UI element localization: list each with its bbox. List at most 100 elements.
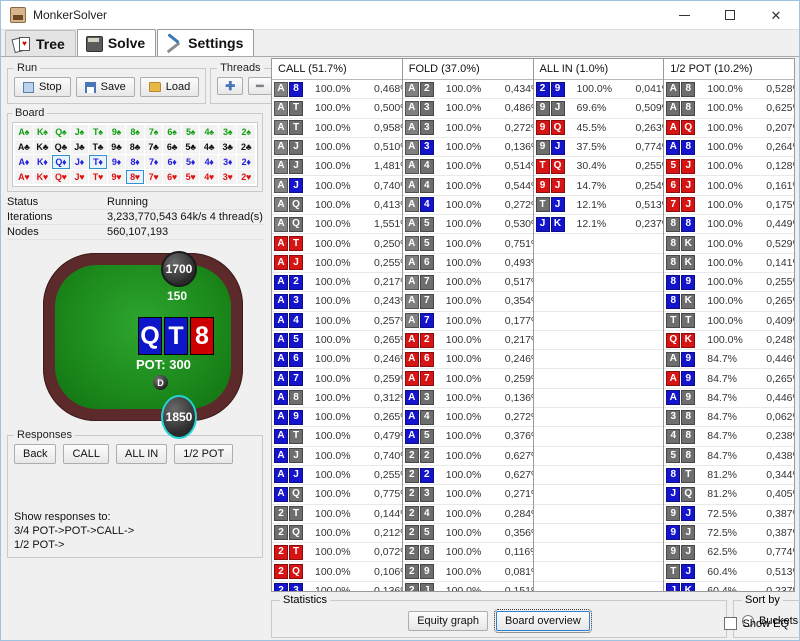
table-row[interactable]: TJ12.1%0,513% [534, 196, 664, 215]
board-card-4-spades[interactable]: 4♠ [200, 125, 218, 139]
table-row[interactable]: A5100.0%0,530% [403, 215, 533, 234]
table-row[interactable]: 5884.7%0,438% [664, 447, 794, 466]
response-allin-button[interactable]: ALL IN [116, 444, 167, 464]
maximize-button[interactable] [707, 1, 753, 30]
response-call-button[interactable]: CALL [63, 444, 109, 464]
board-card-7-clubs[interactable]: 7♣ [145, 140, 163, 154]
table-row[interactable]: AQ100.0%0,207% [664, 119, 794, 138]
board-card-3-spades[interactable]: 3♠ [219, 125, 237, 139]
table-row[interactable]: 9J72.5%0,387% [664, 505, 794, 524]
table-row[interactable]: 5J100.0%0,128% [664, 157, 794, 176]
board-card-T-spades[interactable]: T♠ [89, 125, 107, 139]
table-row[interactable]: 2T100.0%0,072% [272, 543, 402, 562]
table-row[interactable]: A7100.0%0,517% [403, 273, 533, 292]
table-row[interactable]: TJ60.4%0,513% [664, 562, 794, 581]
board-card-4-diamonds[interactable]: 4♦ [200, 155, 218, 169]
table-row[interactable]: JK60.4%0,237% [664, 582, 794, 591]
table-row[interactable]: 9J37.5%0,774% [534, 138, 664, 157]
table-row[interactable]: A4100.0%0,257% [272, 312, 402, 331]
table-row[interactable]: 22100.0%0,627% [403, 447, 533, 466]
board-card-8-hearts[interactable]: 8♥ [126, 170, 144, 184]
board-card-grid[interactable]: A♠K♠Q♠J♠T♠9♠8♠7♠6♠5♠4♠3♠2♠A♣K♣Q♣J♣T♣9♣8♣… [12, 122, 258, 187]
board-card-7-spades[interactable]: 7♠ [145, 125, 163, 139]
table-row[interactable]: 29100.0%0,041% [534, 80, 664, 99]
table-row[interactable]: 29100.0%0,081% [403, 562, 533, 581]
table-row[interactable]: 23100.0%0,271% [403, 485, 533, 504]
tab-tree[interactable]: Tree [5, 30, 76, 56]
equity-graph-button[interactable]: Equity graph [408, 611, 488, 631]
column-header[interactable]: 1/2 POT (10.2%) [664, 59, 794, 80]
table-row[interactable]: A984.7%0,446% [664, 389, 794, 408]
board-card-Q-hearts[interactable]: Q♥ [52, 170, 70, 184]
table-row[interactable]: AJ100.0%1,481% [272, 157, 402, 176]
board-card-J-clubs[interactable]: J♣ [71, 140, 89, 154]
board-card-9-diamonds[interactable]: 9♦ [108, 155, 126, 169]
column-header[interactable]: FOLD (37.0%) [403, 59, 533, 80]
board-card-8-clubs[interactable]: 8♣ [126, 140, 144, 154]
table-row[interactable]: A3100.0%0,136% [403, 389, 533, 408]
table-row[interactable]: QK100.0%0,248% [664, 331, 794, 350]
board-card-6-hearts[interactable]: 6♥ [163, 170, 181, 184]
threads-decrease-button[interactable]: ━ [248, 77, 271, 95]
table-row[interactable]: 8K100.0%0,265% [664, 292, 794, 311]
board-card-2-spades[interactable]: 2♠ [237, 125, 255, 139]
table-row[interactable]: AT100.0%0,479% [272, 427, 402, 446]
board-card-6-spades[interactable]: 6♠ [163, 125, 181, 139]
board-card-2-diamonds[interactable]: 2♦ [237, 155, 255, 169]
board-card-Q-spades[interactable]: Q♠ [52, 125, 70, 139]
board-card-4-clubs[interactable]: 4♣ [200, 140, 218, 154]
table-row[interactable]: 3884.7%0,062% [664, 408, 794, 427]
board-card-9-clubs[interactable]: 9♣ [108, 140, 126, 154]
board-card-Q-diamonds[interactable]: Q♦ [52, 155, 70, 169]
board-card-8-diamonds[interactable]: 8♦ [126, 155, 144, 169]
table-row[interactable]: A2100.0%0,434% [403, 80, 533, 99]
table-row[interactable]: A2100.0%0,217% [272, 273, 402, 292]
board-card-5-hearts[interactable]: 5♥ [182, 170, 200, 184]
table-row[interactable]: A6100.0%0,246% [272, 350, 402, 369]
response-halfpot-button[interactable]: 1/2 POT [174, 444, 233, 464]
table-row[interactable]: 9J14.7%0,254% [534, 176, 664, 195]
table-row[interactable]: 8T81.2%0,344% [664, 466, 794, 485]
table-row[interactable]: AJ100.0%0,255% [272, 466, 402, 485]
table-row[interactable]: 2Q100.0%0,106% [272, 562, 402, 581]
board-card-A-clubs[interactable]: A♣ [15, 140, 33, 154]
board-card-J-hearts[interactable]: J♥ [71, 170, 89, 184]
table-row[interactable]: A8100.0%0,468% [272, 80, 402, 99]
table-row[interactable]: JK12.1%0,237% [534, 215, 664, 234]
table-row[interactable]: TT100.0%0,409% [664, 312, 794, 331]
table-row[interactable]: A5100.0%0,751% [403, 234, 533, 253]
board-card-6-diamonds[interactable]: 6♦ [163, 155, 181, 169]
table-row[interactable]: A4100.0%0,272% [403, 196, 533, 215]
tab-settings[interactable]: Settings [157, 29, 254, 56]
table-row[interactable]: 8K100.0%0,529% [664, 234, 794, 253]
board-card-K-clubs[interactable]: K♣ [34, 140, 52, 154]
table-row[interactable]: A7100.0%0,177% [403, 312, 533, 331]
board-card-T-hearts[interactable]: T♥ [89, 170, 107, 184]
board-card-J-diamonds[interactable]: J♦ [71, 155, 89, 169]
board-card-6-clubs[interactable]: 6♣ [163, 140, 181, 154]
table-row[interactable]: 4884.7%0,238% [664, 427, 794, 446]
board-card-5-clubs[interactable]: 5♣ [182, 140, 200, 154]
table-row[interactable]: A8100.0%0,625% [664, 99, 794, 118]
board-card-J-spades[interactable]: J♠ [71, 125, 89, 139]
table-row[interactable]: AT100.0%0,250% [272, 234, 402, 253]
load-button[interactable]: Load [140, 77, 199, 97]
table-row[interactable]: A9100.0%0,265% [272, 408, 402, 427]
table-row[interactable]: 88100.0%0,449% [664, 215, 794, 234]
close-button[interactable]: ✕ [753, 1, 799, 30]
board-card-K-diamonds[interactable]: K♦ [34, 155, 52, 169]
board-overview-button[interactable]: Board overview [496, 611, 590, 631]
table-row[interactable]: A5100.0%0,376% [403, 427, 533, 446]
table-row[interactable]: A984.7%0,265% [664, 369, 794, 388]
table-row[interactable]: 2T100.0%0,144% [272, 505, 402, 524]
board-card-7-diamonds[interactable]: 7♦ [145, 155, 163, 169]
table-row[interactable]: A7100.0%0,354% [403, 292, 533, 311]
table-row[interactable]: A3100.0%0,136% [403, 138, 533, 157]
table-row[interactable]: 24100.0%0,284% [403, 505, 533, 524]
stop-button[interactable]: Stop [14, 77, 71, 97]
board-card-A-diamonds[interactable]: A♦ [15, 155, 33, 169]
table-row[interactable]: 2J100.0%0,151% [403, 582, 533, 591]
column-header[interactable]: ALL IN (1.0%) [534, 59, 664, 80]
table-row[interactable]: A3100.0%0,243% [272, 292, 402, 311]
table-row[interactable]: A7100.0%0,259% [272, 369, 402, 388]
